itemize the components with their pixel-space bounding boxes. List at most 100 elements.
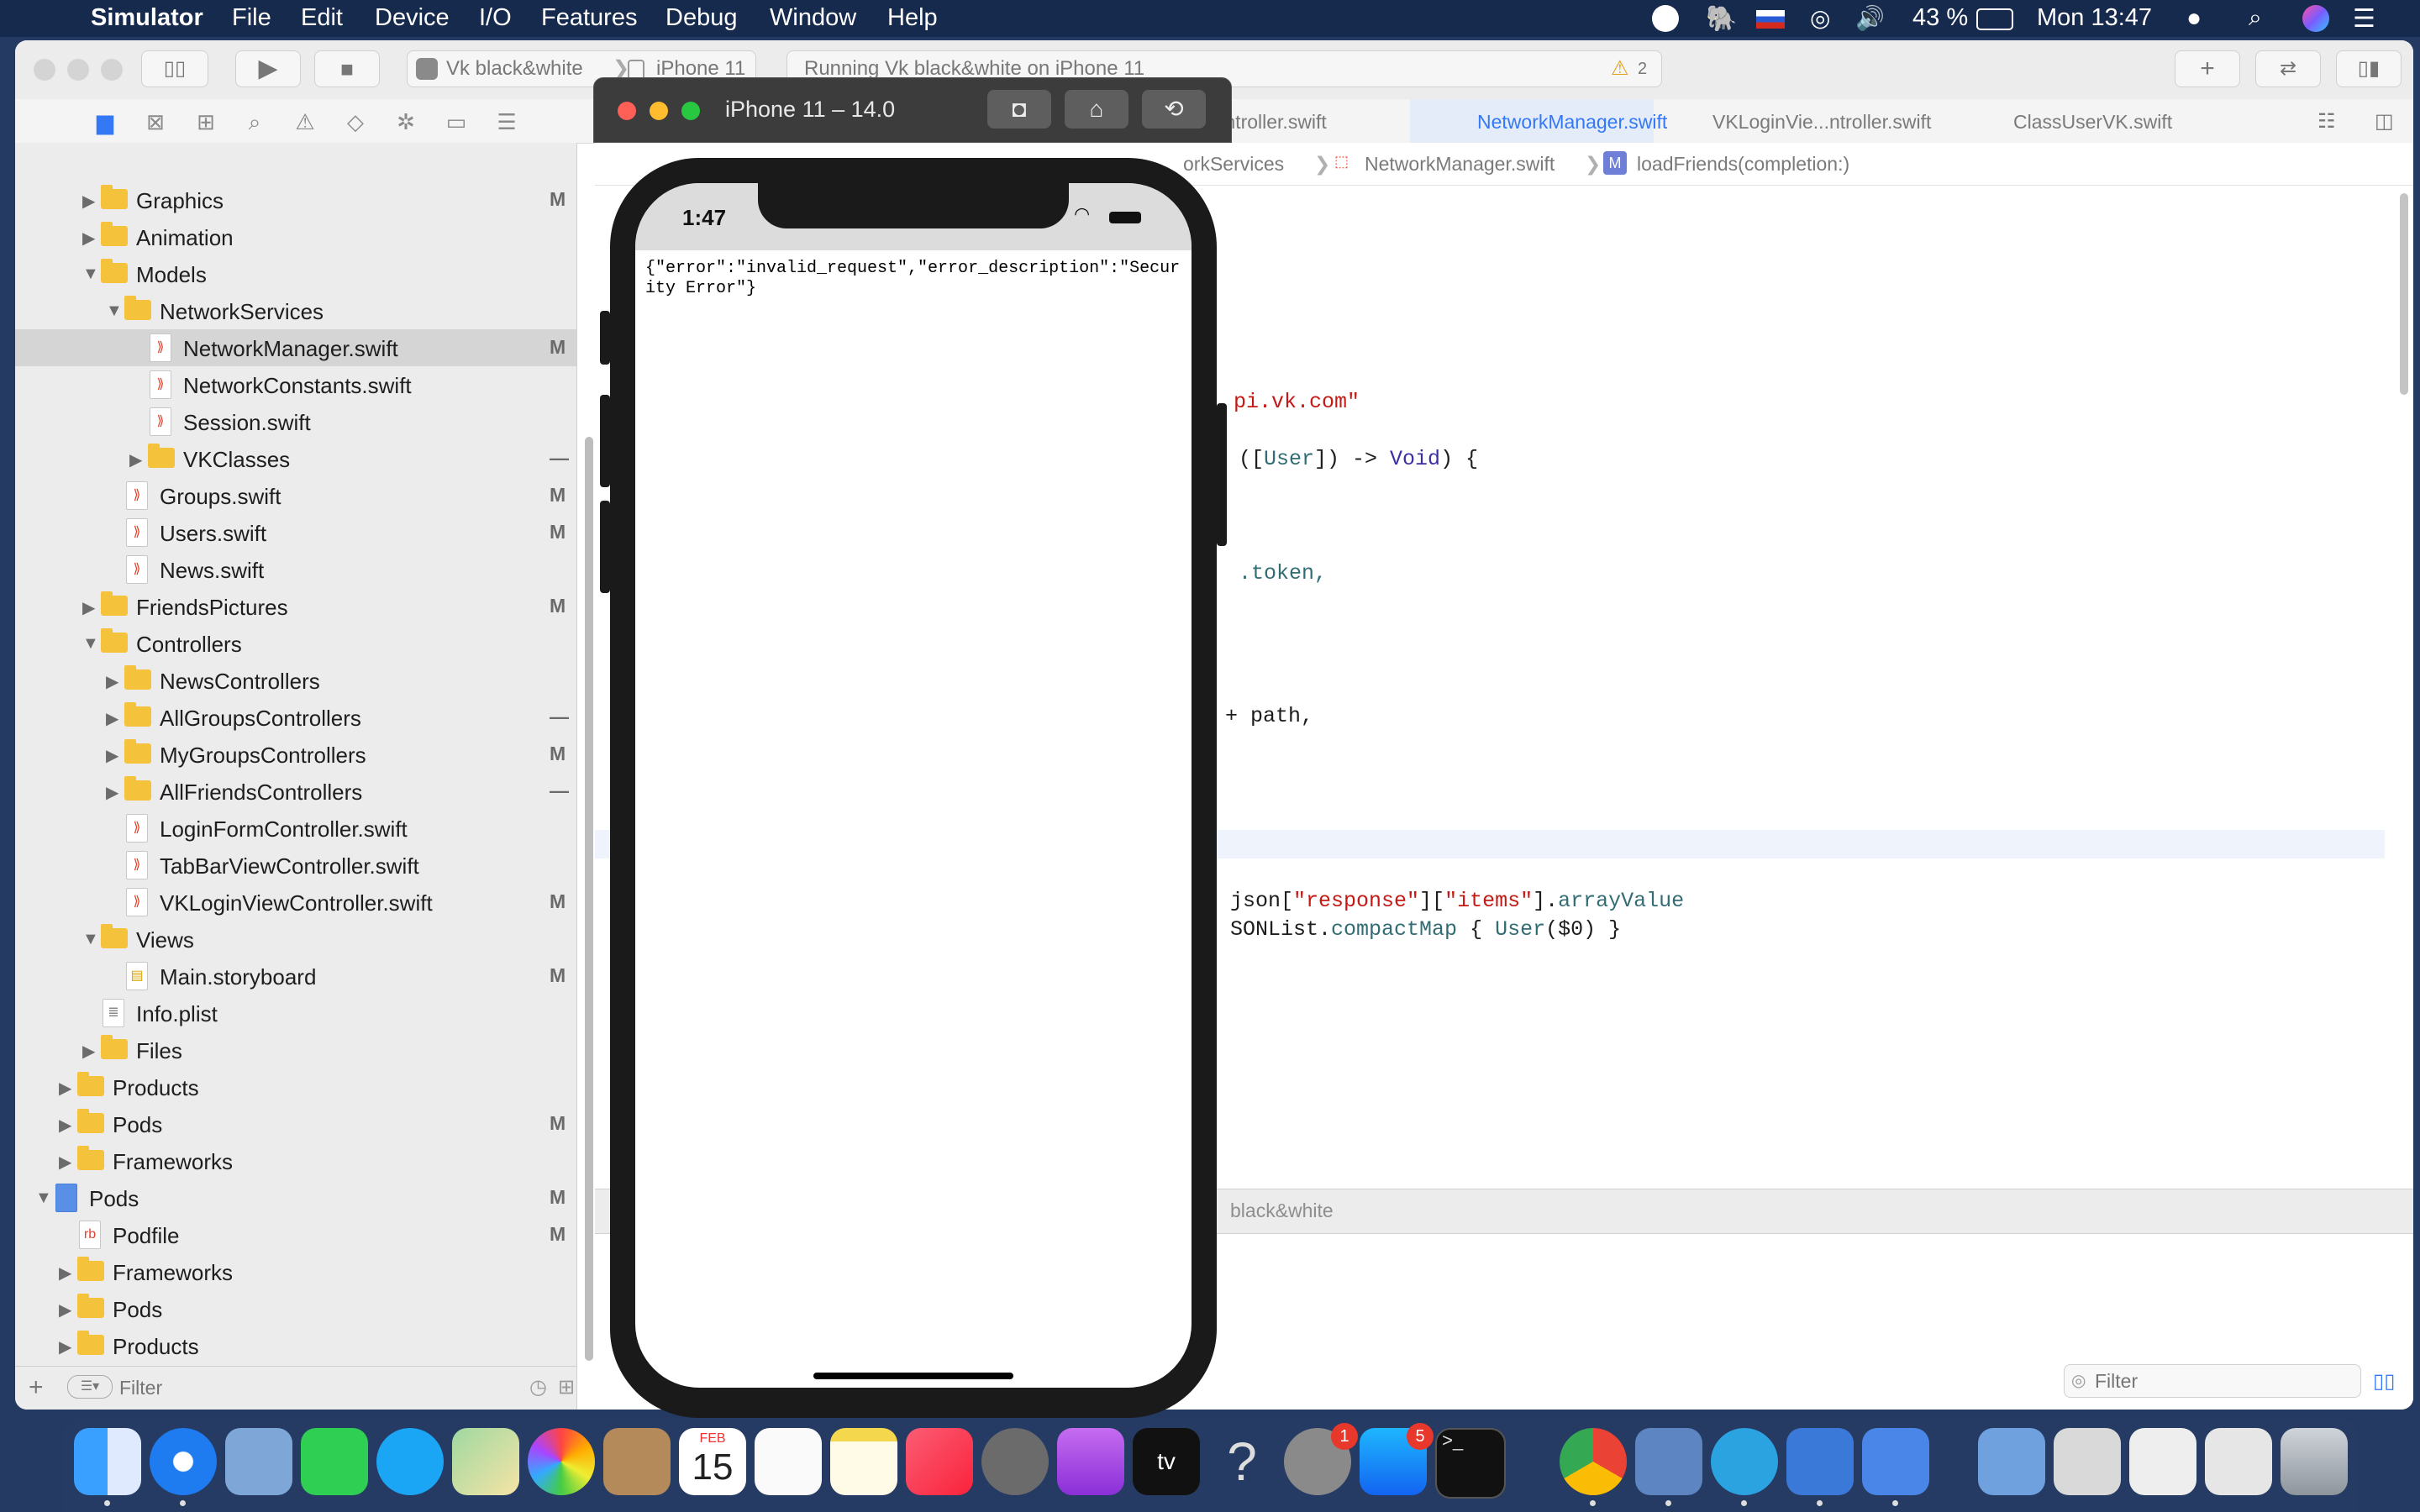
source-control-filter-icon[interactable]: ⊞ bbox=[558, 1375, 575, 1399]
volume-icon[interactable]: 🔊 bbox=[1855, 4, 1885, 32]
stop-button[interactable]: ■ bbox=[314, 50, 380, 87]
navigator-row[interactable]: ▼ Controllers bbox=[15, 625, 576, 662]
disclosure-closed-icon[interactable]: ▶ bbox=[106, 671, 118, 692]
navigator-filter-input[interactable] bbox=[118, 1373, 440, 1402]
navigator-row[interactable]: ⟫ TabBarViewController.swift bbox=[15, 847, 576, 884]
library-add-button[interactable]: + bbox=[2175, 50, 2240, 87]
navigator-row[interactable]: ⟫ Session.swift bbox=[15, 403, 576, 440]
navigator-row[interactable]: ▶ Pods M bbox=[15, 1105, 576, 1142]
user-icon[interactable]: ● bbox=[2186, 4, 2202, 33]
notification-center-icon[interactable]: ☰ bbox=[2353, 4, 2375, 34]
chrome-icon[interactable] bbox=[1560, 1428, 1627, 1495]
rotate-button[interactable]: ⟲ bbox=[1142, 90, 1206, 129]
navigator-row[interactable]: ▶ Graphics M bbox=[15, 181, 576, 218]
navigator-row[interactable]: ⟫ Groups.swift M bbox=[15, 477, 576, 514]
sim-minimize-button[interactable] bbox=[650, 102, 668, 120]
maps-icon[interactable] bbox=[452, 1428, 519, 1495]
breakpoint-navigator-icon[interactable]: ▭ bbox=[444, 109, 469, 135]
code-line[interactable]: ([User]) -> Void) { bbox=[1239, 447, 1478, 471]
window-zoom-button[interactable] bbox=[101, 59, 123, 81]
notes-icon[interactable] bbox=[830, 1428, 897, 1495]
navigator-row[interactable]: ⟫ Users.swift M bbox=[15, 514, 576, 551]
navigator-row[interactable]: ▶ Products bbox=[15, 1068, 576, 1105]
trash-icon[interactable] bbox=[2281, 1428, 2348, 1495]
menu-edit[interactable]: Edit bbox=[301, 4, 343, 32]
navigator-row[interactable]: ⟫ NetworkManager.swift M bbox=[15, 329, 576, 366]
system-preferences-icon[interactable]: 1 bbox=[1284, 1423, 1358, 1495]
sim-zoom-button[interactable] bbox=[681, 102, 700, 120]
run-button[interactable]: ▶ bbox=[235, 50, 301, 87]
navigator-row[interactable]: ▶ MyGroupsControllers M bbox=[15, 736, 576, 773]
navigator-row[interactable]: ▶ AllGroupsControllers — bbox=[15, 699, 576, 736]
jumpbar-group[interactable]: orkServices bbox=[1183, 153, 1284, 176]
navigator-row[interactable]: ▼ Models bbox=[15, 255, 576, 292]
disclosure-open-icon[interactable]: ▼ bbox=[35, 1189, 52, 1208]
photos-icon[interactable] bbox=[528, 1428, 595, 1495]
navigator-row[interactable]: ▶ Pods bbox=[15, 1290, 576, 1327]
editor-tab[interactable]: VKLoginVie...ntroller.swift bbox=[1712, 111, 1931, 134]
disclosure-closed-icon[interactable]: ▶ bbox=[59, 1299, 71, 1320]
menu-features[interactable]: Features bbox=[541, 4, 637, 32]
navigator-row[interactable]: ▶ NewsControllers bbox=[15, 662, 576, 699]
issue-navigator-icon[interactable]: ⚠ bbox=[292, 109, 318, 135]
window-minimize-button[interactable] bbox=[67, 59, 89, 81]
messages-icon[interactable] bbox=[376, 1428, 444, 1495]
disclosure-closed-icon[interactable]: ▶ bbox=[82, 191, 95, 212]
help-question-icon[interactable]: ? bbox=[1208, 1428, 1276, 1495]
code-line[interactable]: SONList.compactMap { User($0) } bbox=[1230, 917, 1621, 942]
navigator-row[interactable]: ▼ Views bbox=[15, 921, 576, 958]
code-line[interactable]: .token, bbox=[1239, 561, 1327, 585]
russian-flag-icon[interactable] bbox=[1756, 10, 1785, 29]
navigator-row[interactable]: ▶ Files bbox=[15, 1032, 576, 1068]
menu-io[interactable]: I/O bbox=[479, 4, 512, 32]
disclosure-open-icon[interactable]: ▼ bbox=[106, 302, 123, 321]
find-navigator-icon[interactable]: ⌕ bbox=[242, 109, 267, 136]
navigator-row[interactable]: ▶ VKClasses — bbox=[15, 440, 576, 477]
disclosure-closed-icon[interactable]: ▶ bbox=[59, 1078, 71, 1099]
editor-scrollbar[interactable] bbox=[2400, 193, 2408, 395]
spotlight-search-icon[interactable]: ⌕ bbox=[2249, 4, 2262, 32]
volume-up-button[interactable] bbox=[600, 395, 610, 487]
debug-navigator-icon[interactable]: ✲ bbox=[393, 109, 418, 135]
split-console-icon[interactable]: ▯▯ bbox=[2373, 1369, 2395, 1394]
launchpad-icon[interactable] bbox=[981, 1428, 1049, 1495]
disclosure-closed-icon[interactable]: ▶ bbox=[59, 1336, 71, 1357]
navigator-row[interactable]: ▶ AllFriendsControllers — bbox=[15, 773, 576, 810]
console-filter-input[interactable] bbox=[2093, 1368, 2349, 1394]
reminders-icon[interactable] bbox=[755, 1428, 822, 1495]
home-indicator[interactable] bbox=[813, 1373, 1013, 1379]
disclosure-closed-icon[interactable]: ▶ bbox=[106, 708, 118, 729]
apple-tv-icon[interactable]: tv bbox=[1133, 1428, 1200, 1495]
code-line[interactable]: pi.vk.com" bbox=[1234, 390, 1360, 414]
disclosure-closed-icon[interactable]: ▶ bbox=[82, 228, 95, 249]
jumpbar-method[interactable]: loadFriends(completion:) bbox=[1637, 153, 1849, 176]
screenshot-thumbnail-icon[interactable] bbox=[2205, 1428, 2272, 1495]
siri-icon[interactable] bbox=[2302, 5, 2329, 32]
editor-options-icon[interactable]: ☷ bbox=[2317, 109, 2336, 134]
location-status-icon[interactable] bbox=[1652, 5, 1679, 32]
document-thumbnail-icon[interactable] bbox=[2129, 1428, 2196, 1495]
screenshot-button[interactable]: ◘ bbox=[987, 90, 1051, 129]
navigator-row[interactable]: ▶ Frameworks bbox=[15, 1142, 576, 1179]
disclosure-closed-icon[interactable]: ▶ bbox=[129, 449, 142, 470]
menu-device[interactable]: Device bbox=[375, 4, 450, 32]
console-filter[interactable]: ◎ bbox=[2064, 1364, 2361, 1398]
disclosure-open-icon[interactable]: ▼ bbox=[82, 265, 99, 284]
mail-eagle-icon[interactable] bbox=[225, 1428, 292, 1495]
window-close-button[interactable] bbox=[34, 59, 55, 81]
menu-debug[interactable]: Debug bbox=[666, 4, 737, 32]
navigator-row[interactable]: ▤ Main.storyboard M bbox=[15, 958, 576, 995]
contacts-icon[interactable] bbox=[603, 1428, 671, 1495]
toggle-navigator-button[interactable]: ▯▯ bbox=[141, 50, 208, 87]
app-store-icon[interactable]: 5 bbox=[1360, 1423, 1434, 1495]
window-thumbnail-icon[interactable] bbox=[2054, 1428, 2121, 1495]
navigator-row[interactable]: ▶ Animation bbox=[15, 218, 576, 255]
navigator-row[interactable]: ▶ Frameworks bbox=[15, 1253, 576, 1290]
warning-icon[interactable]: ⚠ bbox=[1611, 51, 1629, 87]
report-navigator-icon[interactable]: ☰ bbox=[494, 109, 519, 135]
volume-down-button[interactable] bbox=[600, 501, 610, 593]
disclosure-closed-icon[interactable]: ▶ bbox=[106, 782, 118, 803]
simulator-icon[interactable] bbox=[1862, 1428, 1929, 1495]
sim-close-button[interactable] bbox=[618, 102, 636, 120]
toggle-inspector-button[interactable]: ▯▮ bbox=[2336, 50, 2402, 87]
